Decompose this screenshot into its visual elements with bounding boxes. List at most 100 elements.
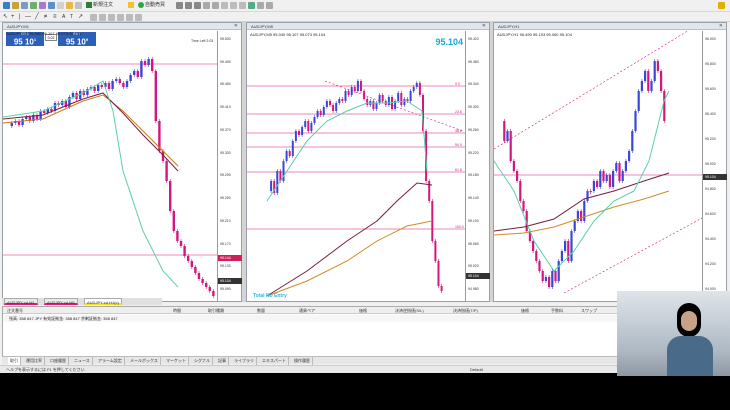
label-icon[interactable]: T — [70, 13, 73, 22]
candle — [147, 59, 150, 65]
history-icon[interactable] — [75, 2, 82, 9]
column-header[interactable]: 決済指値(T/P) — [453, 307, 478, 314]
terminal-tab[interactable]: 取引 — [8, 357, 21, 365]
terminal-tab[interactable]: 運用比率 — [24, 357, 45, 365]
candle — [580, 211, 583, 221]
data-window-icon[interactable] — [39, 2, 46, 9]
chart-window-m1[interactable]: AUDJPY,M1 ✕ SELL 95 101 0.02 BUY 95 109 AU… — [2, 22, 242, 302]
bar-chart-icon[interactable] — [176, 2, 183, 9]
candle — [544, 277, 547, 281]
candlestick-icon[interactable] — [185, 2, 192, 9]
zoom-in-icon[interactable] — [203, 2, 210, 9]
profiles-icon[interactable] — [21, 2, 28, 9]
arrow-icon[interactable]: ↗ — [78, 13, 83, 22]
column-header[interactable]: 決済逆指値(S/L) — [395, 307, 424, 314]
channel-icon[interactable]: ≠ — [44, 13, 47, 22]
terminal-tab[interactable]: マーケット — [164, 357, 189, 365]
period-m5-icon[interactable] — [99, 14, 106, 21]
price-scale[interactable]: 95.420 95.380 95.340 95.300 95.260 95.220 95.1… — [465, 31, 490, 301]
autoscroll-icon[interactable] — [230, 2, 237, 9]
price-marker: 95.104 — [703, 174, 727, 180]
close-icon[interactable]: ✕ — [234, 23, 238, 30]
metaeditor-button[interactable] — [128, 1, 134, 10]
chart-shift-icon[interactable] — [239, 2, 246, 9]
terminal-tab[interactable]: ニュース — [72, 357, 93, 365]
vertical-line-icon[interactable]: | — [19, 13, 21, 22]
chart-tab-h1[interactable]: AUDJPY-cd,H1(c) — [84, 298, 122, 305]
candle — [344, 91, 347, 101]
candle — [179, 241, 183, 246]
market-watch-icon[interactable] — [30, 2, 37, 9]
period-m1-icon[interactable] — [90, 14, 97, 21]
terminal-tab[interactable]: 口座履歴 — [48, 357, 69, 365]
zoom-out-icon[interactable] — [212, 2, 219, 9]
cursor-icon[interactable]: ↖ — [3, 13, 8, 22]
candle — [143, 61, 147, 65]
candle — [93, 87, 96, 91]
text-icon[interactable]: A — [62, 13, 65, 22]
candle — [316, 111, 319, 117]
crosshair-icon[interactable]: + — [11, 13, 15, 22]
new-chart-icon[interactable] — [3, 2, 10, 9]
column-header[interactable]: 数量 — [257, 307, 265, 314]
open-icon[interactable] — [12, 2, 19, 9]
terminal-tab[interactable]: シグナル — [192, 357, 213, 365]
price-chart-m5[interactable]: 0.0 23.6 38.2 50.0 61.8 100.0 — [247, 31, 467, 301]
new-order-button[interactable]: 新規注文 — [86, 1, 113, 10]
candle — [21, 119, 24, 125]
chart-window-m5[interactable]: AUDJPY,M5 ✕ AUDJPY,M5 95.040 95.107 95.0… — [246, 22, 490, 302]
person-body — [667, 336, 713, 376]
price-chart-h1[interactable] — [494, 31, 704, 301]
column-header[interactable]: 通貨ペア — [299, 307, 315, 314]
price-scale[interactable]: 96.000 95.800 95.600 95.400 95.200 95.000 94.8… — [702, 31, 727, 301]
navigator-icon[interactable] — [48, 2, 55, 9]
trendline-icon[interactable]: ╱ — [35, 13, 39, 22]
strategy-tester-icon[interactable] — [66, 2, 73, 9]
terminal-tab[interactable]: エキスパート — [260, 357, 289, 365]
column-header[interactable]: 手数料 — [551, 307, 563, 314]
close-icon[interactable]: ✕ — [719, 23, 723, 30]
period-h4-icon[interactable] — [126, 14, 133, 21]
candle — [360, 81, 362, 91]
column-header[interactable]: 価格 — [359, 307, 367, 314]
price-scale[interactable]: 95.530 95.490 95.450 95.410 95.370 95.330 95.2… — [217, 31, 242, 301]
chart-tab-m5[interactable]: AUDJPY-cd,M5 — [44, 298, 78, 305]
chart-window-h1[interactable]: AUDJPY,H1 ✕ AUDJPY,H1 95.490 95.193 95.0… — [493, 22, 727, 302]
periods-icon[interactable] — [257, 2, 264, 9]
terminal-tab[interactable]: メールボックス — [128, 357, 161, 365]
terminal-icon[interactable] — [57, 2, 64, 9]
period-m15-icon[interactable] — [108, 14, 115, 21]
tile-windows-icon[interactable] — [221, 2, 228, 9]
column-header[interactable]: 価格 — [521, 307, 529, 314]
terminal-tab[interactable]: 記事 — [216, 357, 229, 365]
fibonacci-icon[interactable]: ≡ — [53, 13, 57, 22]
horizontal-line-icon[interactable]: — — [25, 13, 31, 22]
help-icon[interactable] — [718, 2, 725, 9]
candle — [10, 123, 13, 126]
terminal-tab[interactable]: アラーム設定 — [96, 357, 125, 365]
candle — [516, 171, 519, 181]
close-icon[interactable]: ✕ — [482, 23, 486, 30]
price-label: 95.100 — [468, 218, 479, 223]
column-header[interactable]: 注文番号 — [7, 307, 23, 314]
chart-title: AUDJPY,M5 — [247, 23, 489, 30]
candle — [176, 231, 179, 241]
candle — [387, 97, 390, 105]
period-d1-icon[interactable] — [135, 14, 142, 21]
indicators-icon[interactable] — [248, 2, 255, 9]
period-h1-icon[interactable] — [117, 14, 124, 21]
terminal-tab[interactable]: ライブラリ — [232, 357, 257, 365]
terminal-tab[interactable]: 操作履歴 — [292, 357, 313, 365]
templates-icon[interactable] — [266, 2, 273, 9]
candle — [294, 131, 297, 141]
column-header[interactable]: 取引種類 — [208, 307, 224, 314]
price-chart-m1[interactable] — [3, 31, 219, 301]
column-header[interactable]: 時間 — [173, 307, 181, 314]
chart-tab-m1[interactable]: AUDJPY-cd,M1 — [4, 298, 38, 305]
candle — [310, 123, 313, 131]
column-header[interactable]: スワップ — [581, 307, 597, 314]
candle — [599, 171, 602, 187]
candle — [628, 151, 631, 161]
auto-trade-button[interactable]: 自動売買 — [138, 1, 165, 10]
line-chart-icon[interactable] — [194, 2, 201, 9]
